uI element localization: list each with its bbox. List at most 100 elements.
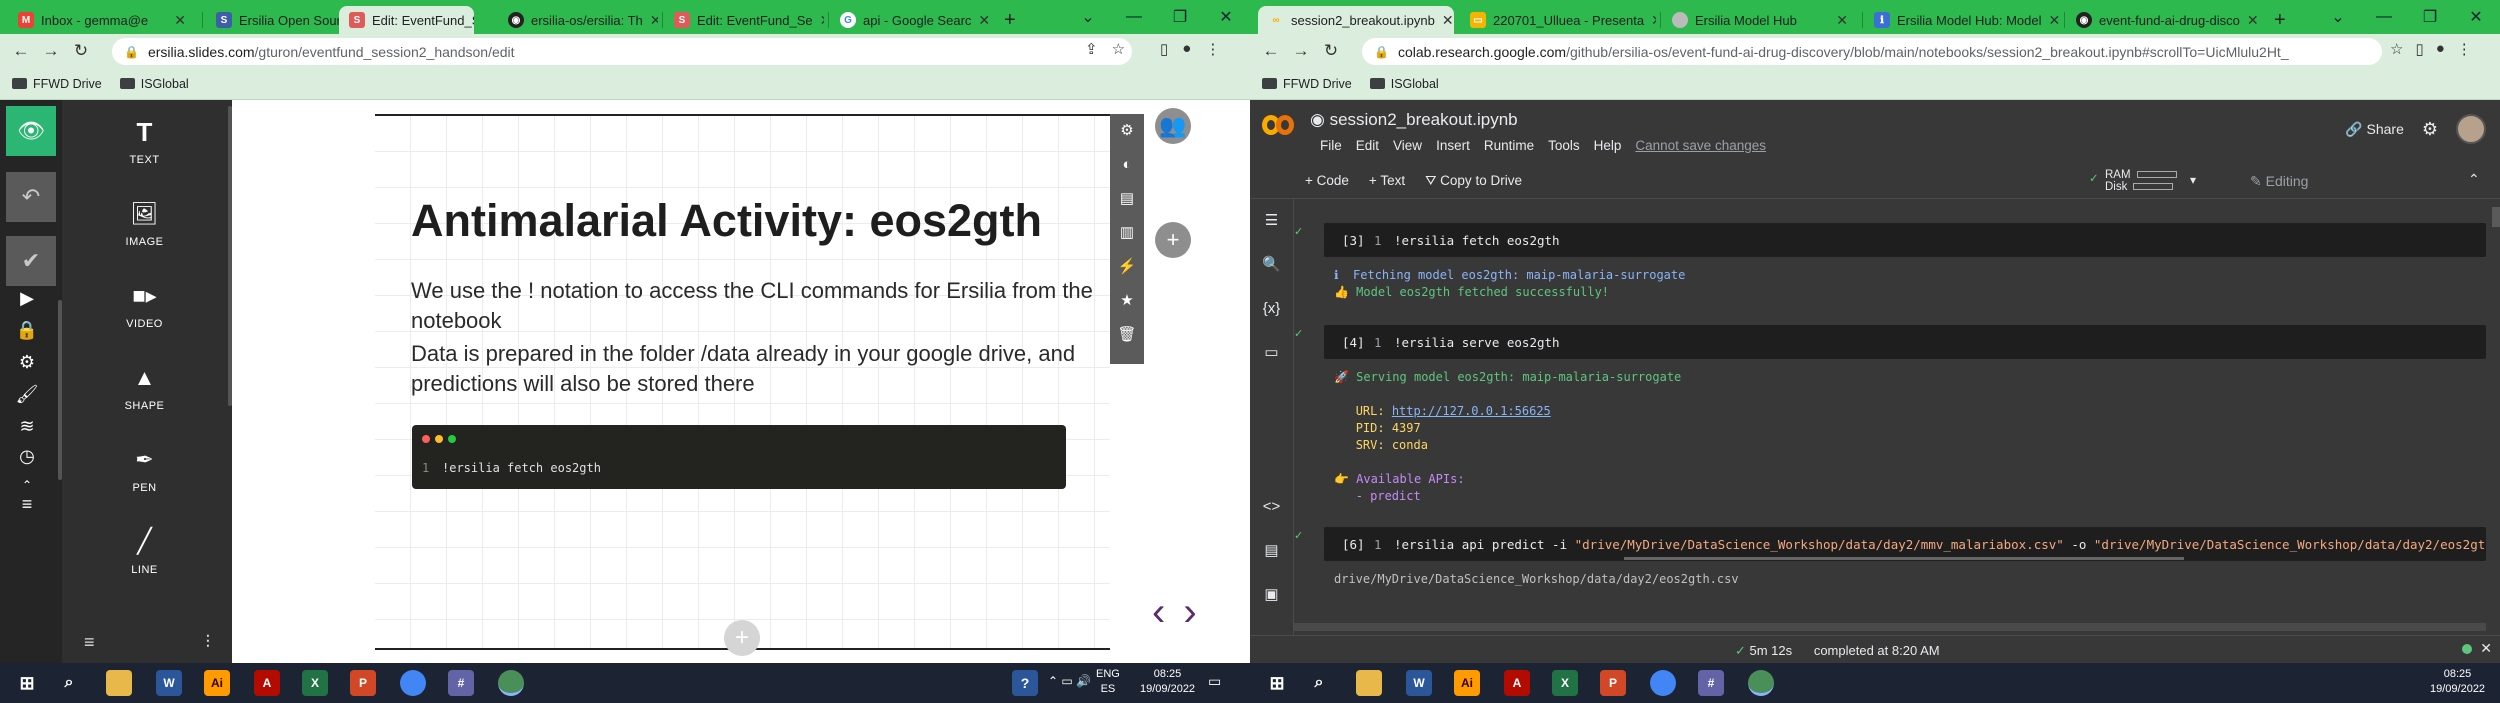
tab-github-ersilia[interactable]: ◉ ersilia-os/ersilia: Th ✕ [498, 6, 658, 34]
code-cell-4[interactable]: ✓ [4] 1 !ersilia serve eos2gth 🚀 Serving… [1294, 325, 2486, 515]
notebook-vertical-scrollbar[interactable] [2492, 207, 2500, 227]
file-explorer-icon[interactable] [1356, 670, 1382, 696]
new-tab-button[interactable]: + [994, 6, 1024, 34]
gear-icon[interactable]: ⚙ [2422, 119, 2438, 140]
slack-icon[interactable]: # [448, 670, 474, 696]
close-icon[interactable]: ✕ [2247, 12, 2259, 29]
minimize-icon[interactable]: — [1111, 8, 1157, 26]
menu-runtime[interactable]: Runtime [1484, 138, 1534, 153]
brush-icon[interactable]: 🖌 [0, 384, 54, 405]
tool-image[interactable]: 🖼 IMAGE [62, 200, 227, 248]
toggle-icon[interactable]: ◐ [1110, 148, 1144, 182]
close-icon[interactable]: ✕ [2049, 12, 2060, 29]
code-snippets-icon[interactable]: <> [1250, 485, 1293, 529]
code-block[interactable]: 1 !ersilia fetch eos2gth [412, 425, 1066, 489]
arrow-left-icon[interactable]: ‹ [1152, 590, 1165, 635]
tray-icons[interactable]: ⌃ ▭ 🔊 [1048, 674, 1091, 689]
sidebar-icon[interactable]: ▯ [2415, 40, 2423, 58]
slide-title[interactable]: Antimalarial Activity: eos2gth [411, 195, 1042, 247]
layers-icon[interactable]: ≋ [0, 416, 54, 437]
windows-start-icon[interactable]: ⊞ [14, 670, 40, 696]
book-icon[interactable]: ▥ [1110, 216, 1144, 250]
windows-start-icon[interactable]: ⊞ [1264, 670, 1290, 696]
illustrator-icon[interactable]: Ai [1454, 670, 1480, 696]
bookmark-ffwd-drive[interactable]: FFWD Drive [12, 77, 102, 91]
close-icon[interactable]: ✕ [978, 12, 990, 29]
files-icon[interactable]: ▭ [1250, 331, 1293, 375]
close-icon[interactable]: ✕ [174, 12, 186, 29]
bookmark-ffwd-drive[interactable]: FFWD Drive [1262, 77, 1352, 91]
close-icon[interactable]: ✕ [820, 12, 824, 29]
restore-icon[interactable]: ❐ [1157, 7, 1203, 27]
close-icon[interactable]: ✕ [1442, 12, 1454, 29]
chevron-down-icon[interactable]: ⌄ [2315, 7, 2361, 27]
menu-tools[interactable]: Tools [1548, 138, 1580, 153]
horizontal-scrollbar[interactable] [1624, 557, 2184, 560]
undo-icon[interactable]: ↶ [6, 172, 56, 222]
reload-icon[interactable]: ↻ [66, 41, 96, 61]
add-slide-right-icon[interactable]: + [1155, 222, 1191, 258]
profile-icon[interactable]: ● [1182, 40, 1191, 58]
close-icon[interactable]: ✕ [2480, 640, 2492, 657]
back-icon[interactable]: ← [6, 41, 36, 61]
history-icon[interactable]: ◷ [0, 446, 54, 467]
menu-icon[interactable]: ⋮ [2457, 40, 2472, 58]
url-field[interactable]: 🔒 colab.research.google.com/github/ersili… [1362, 38, 2382, 65]
language-indicator[interactable]: ENG ES [1096, 667, 1120, 697]
search-icon[interactable]: ⌕ [56, 670, 82, 696]
avatar[interactable] [2456, 114, 2486, 144]
tab-ersilia-model-hub-model[interactable]: ℹ Ersilia Model Hub: Model ✕ [1864, 6, 2060, 34]
menu-edit[interactable]: Edit [1356, 138, 1379, 153]
bookmark-isglobal[interactable]: ISGlobal [119, 77, 189, 91]
sidebar-icon[interactable]: ▯ [1160, 40, 1168, 58]
close-icon[interactable]: ✕ [650, 12, 658, 29]
acrobat-icon[interactable]: A [254, 670, 280, 696]
close-icon[interactable]: ✕ [1651, 12, 1656, 29]
trash-icon[interactable]: 🗑 [1110, 318, 1144, 352]
sliders-icon[interactable]: ⫶ [206, 632, 211, 653]
edit-code-icon[interactable]: ▤ [1110, 182, 1144, 216]
reload-icon[interactable]: ↻ [1316, 41, 1346, 61]
more-icon[interactable]: ⌃ [0, 478, 54, 492]
chrome-profile-icon[interactable] [1748, 670, 1774, 696]
powerpoint-icon[interactable]: P [350, 670, 376, 696]
toc-icon[interactable]: ☰ [1250, 199, 1293, 243]
chevron-up-icon[interactable]: ⌃ [2468, 171, 2480, 188]
notifications-icon[interactable]: ▭ [1208, 674, 1221, 689]
cell-editor[interactable]: [6] 1 !ersilia api predict -i "drive/MyD… [1324, 527, 2486, 561]
play-icon[interactable]: ▶ [0, 288, 54, 309]
resource-monitor[interactable]: ✓ RAM Disk [2089, 169, 2177, 193]
forward-icon[interactable]: → [36, 41, 66, 61]
tab-google-search[interactable]: Gapi - Google Searc ✕ [830, 6, 990, 34]
excel-icon[interactable]: X [302, 670, 328, 696]
tool-text[interactable]: T TEXT [62, 118, 227, 166]
slide-paragraph-2[interactable]: Data is prepared in the folder /data alr… [411, 339, 1111, 399]
share-icon[interactable]: ⇪ [1085, 40, 1098, 58]
close-icon[interactable]: ✕ [1836, 12, 1848, 29]
slide-paragraph-1[interactable]: We use the ! notation to access the CLI … [411, 276, 1111, 336]
gear-icon[interactable]: ⚙ [0, 352, 54, 373]
add-code-button[interactable]: + Code [1305, 173, 1349, 189]
chrome-icon[interactable] [1650, 670, 1676, 696]
chrome-icon[interactable] [400, 670, 426, 696]
share-button[interactable]: 🔗 Share [2345, 121, 2404, 138]
search-icon[interactable]: ⌕ [1306, 670, 1332, 696]
collaborators-icon[interactable]: 👥 [1155, 108, 1191, 144]
restore-icon[interactable]: ❐ [2407, 7, 2453, 27]
terminal-icon[interactable]: ▣ [1250, 573, 1293, 617]
forward-icon[interactable]: → [1286, 41, 1316, 61]
menu-file[interactable]: File [1320, 138, 1342, 153]
add-text-button[interactable]: + Text [1369, 173, 1405, 189]
menu-help[interactable]: Help [1594, 138, 1622, 153]
tool-pen[interactable]: ✒ PEN [62, 446, 227, 494]
cell-editor[interactable]: [3] 1 !ersilia fetch eos2gth [1324, 223, 2486, 257]
variables-icon[interactable]: {x} [1250, 287, 1293, 331]
tab-ulluea[interactable]: ▭ 220701_Ulluea - Presenta ✕ [1460, 6, 1656, 34]
close-icon[interactable]: ✕ [1203, 7, 1249, 27]
lock-icon[interactable]: 🔒 [0, 320, 54, 341]
code-cell-6[interactable]: ✓ [6] 1 !ersilia api predict -i "drive/M… [1294, 527, 2486, 607]
command-palette-icon[interactable]: ▤ [1250, 529, 1293, 573]
new-tab-button[interactable]: + [2264, 6, 2294, 34]
arrow-right-icon[interactable]: › [1183, 590, 1196, 635]
bookmark-isglobal[interactable]: ISGlobal [1369, 77, 1439, 91]
